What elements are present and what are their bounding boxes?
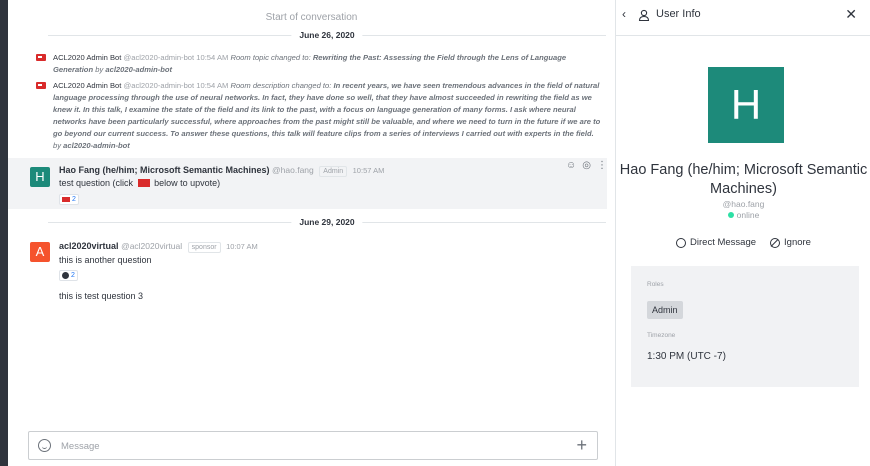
avatar[interactable]: H bbox=[30, 167, 50, 187]
user-details: Roles Admin Timezone 1:30 PM (UTC -7) bbox=[631, 266, 859, 387]
flag-icon bbox=[62, 197, 70, 202]
timezone-value: 1:30 PM (UTC -7) bbox=[647, 351, 726, 362]
chat-bubble-icon bbox=[62, 272, 69, 279]
message-header: acl2020virtual @acl2020virtual sponsor 1… bbox=[59, 241, 258, 253]
user-avatar: H bbox=[708, 67, 784, 143]
plus-icon[interactable]: + bbox=[576, 435, 587, 455]
panel-header: ‹ User Info ✕ bbox=[616, 0, 870, 36]
close-icon[interactable]: ✕ bbox=[845, 6, 857, 23]
chat-area: Start of conversation June 26, 2020 ACL2… bbox=[8, 0, 615, 466]
system-by-label: by bbox=[95, 65, 104, 74]
system-action: Room topic changed to: bbox=[230, 53, 311, 62]
message-actions: ☺ ◎ ⋮ bbox=[566, 160, 607, 171]
system-by-label: by bbox=[53, 141, 62, 150]
direct-message-button[interactable]: Direct Message bbox=[676, 237, 756, 248]
date-label: June 26, 2020 bbox=[291, 28, 363, 42]
add-reaction-icon[interactable]: ☺ bbox=[566, 160, 576, 171]
role-badge: Admin bbox=[647, 301, 683, 319]
user-handle: @hao.fang bbox=[722, 199, 765, 209]
ignore-button[interactable]: Ignore bbox=[770, 237, 811, 248]
user-name: Hao Fang (he/him; Microsoft Semantic Mac… bbox=[619, 162, 868, 197]
user-info-panel: ‹ User Info ✕ H Hao Fang (he/him; Micros… bbox=[615, 0, 870, 466]
online-dot-icon bbox=[727, 212, 734, 218]
chat-bubble-icon bbox=[676, 237, 687, 248]
author-name[interactable]: acl2020virtual bbox=[59, 241, 119, 251]
message-header: Hao Fang (he/him; Microsoft Semantic Mac… bbox=[59, 165, 384, 177]
date-divider: June 26, 2020 bbox=[48, 28, 606, 42]
system-time: 10:54 AM bbox=[196, 53, 229, 62]
system-action: Room description changed to: bbox=[230, 81, 332, 90]
flag-icon bbox=[36, 54, 46, 61]
system-by: acl2020-admin-bot bbox=[63, 141, 130, 150]
back-icon[interactable]: ‹ bbox=[622, 7, 626, 21]
system-author[interactable]: ACL2020 Admin Bot bbox=[53, 81, 121, 90]
author-handle: @hao.fang bbox=[272, 165, 314, 175]
system-time: 10:54 AM bbox=[196, 81, 229, 90]
system-message: ACL2020 Admin Bot @acl2020-admin-bot 10:… bbox=[36, 80, 601, 152]
flag-icon bbox=[137, 179, 150, 187]
date-divider: June 29, 2020 bbox=[48, 215, 606, 229]
app-window: Start of conversation June 26, 2020 ACL2… bbox=[0, 0, 870, 466]
system-handle: @acl2020-admin-bot bbox=[123, 53, 195, 62]
roles-label: Roles bbox=[647, 281, 664, 288]
emoji-icon[interactable] bbox=[38, 439, 51, 452]
message-text: this is test question 3 bbox=[59, 291, 144, 301]
timezone-label: Timezone bbox=[647, 332, 676, 339]
direct-message-label: Direct Message bbox=[690, 237, 757, 248]
user-actions: Direct Message Ignore bbox=[616, 237, 870, 248]
message-composer: + bbox=[28, 431, 598, 460]
system-message: ACL2020 Admin Bot @acl2020-admin-bot 10:… bbox=[36, 52, 601, 76]
message-time: 10:07 AM bbox=[226, 242, 258, 251]
reaction-count: 2 bbox=[72, 196, 76, 203]
block-icon bbox=[770, 237, 781, 248]
message-time: 10:57 AM bbox=[352, 166, 385, 175]
reaction-flag[interactable]: 2 bbox=[59, 194, 79, 205]
message-text: test question (click below to upvote) bbox=[59, 178, 220, 188]
message-text: this is another question bbox=[59, 255, 152, 265]
start-of-conversation: Start of conversation bbox=[265, 12, 358, 23]
avatar[interactable]: A bbox=[30, 242, 50, 262]
system-handle: @acl2020-admin-bot bbox=[123, 81, 195, 90]
reply-icon[interactable]: ◎ bbox=[582, 160, 591, 171]
kebab-menu-icon[interactable]: ⋮ bbox=[597, 160, 607, 171]
flag-icon bbox=[36, 82, 46, 89]
message-input[interactable] bbox=[61, 438, 541, 454]
left-edge-bar bbox=[0, 0, 8, 466]
role-tag: Admin bbox=[319, 166, 348, 177]
reaction-count: 2 bbox=[71, 272, 75, 279]
system-author[interactable]: ACL2020 Admin Bot bbox=[53, 53, 121, 62]
system-by: acl2020-admin-bot bbox=[105, 65, 173, 74]
user-status: online bbox=[616, 210, 870, 220]
reaction-chat[interactable]: 2 bbox=[59, 270, 78, 281]
message-text-before: test question (click bbox=[59, 178, 134, 188]
date-label: June 29, 2020 bbox=[291, 215, 363, 229]
panel-title: User Info bbox=[656, 8, 701, 20]
message-text-after: below to upvote) bbox=[154, 178, 221, 188]
ignore-label: Ignore bbox=[784, 237, 811, 248]
status-text: online bbox=[736, 210, 760, 220]
role-tag: sponsor bbox=[187, 242, 221, 253]
user-icon bbox=[638, 9, 650, 21]
author-name[interactable]: Hao Fang (he/him; Microsoft Semantic Mac… bbox=[59, 165, 270, 175]
author-handle: @acl2020virtual bbox=[121, 241, 183, 251]
